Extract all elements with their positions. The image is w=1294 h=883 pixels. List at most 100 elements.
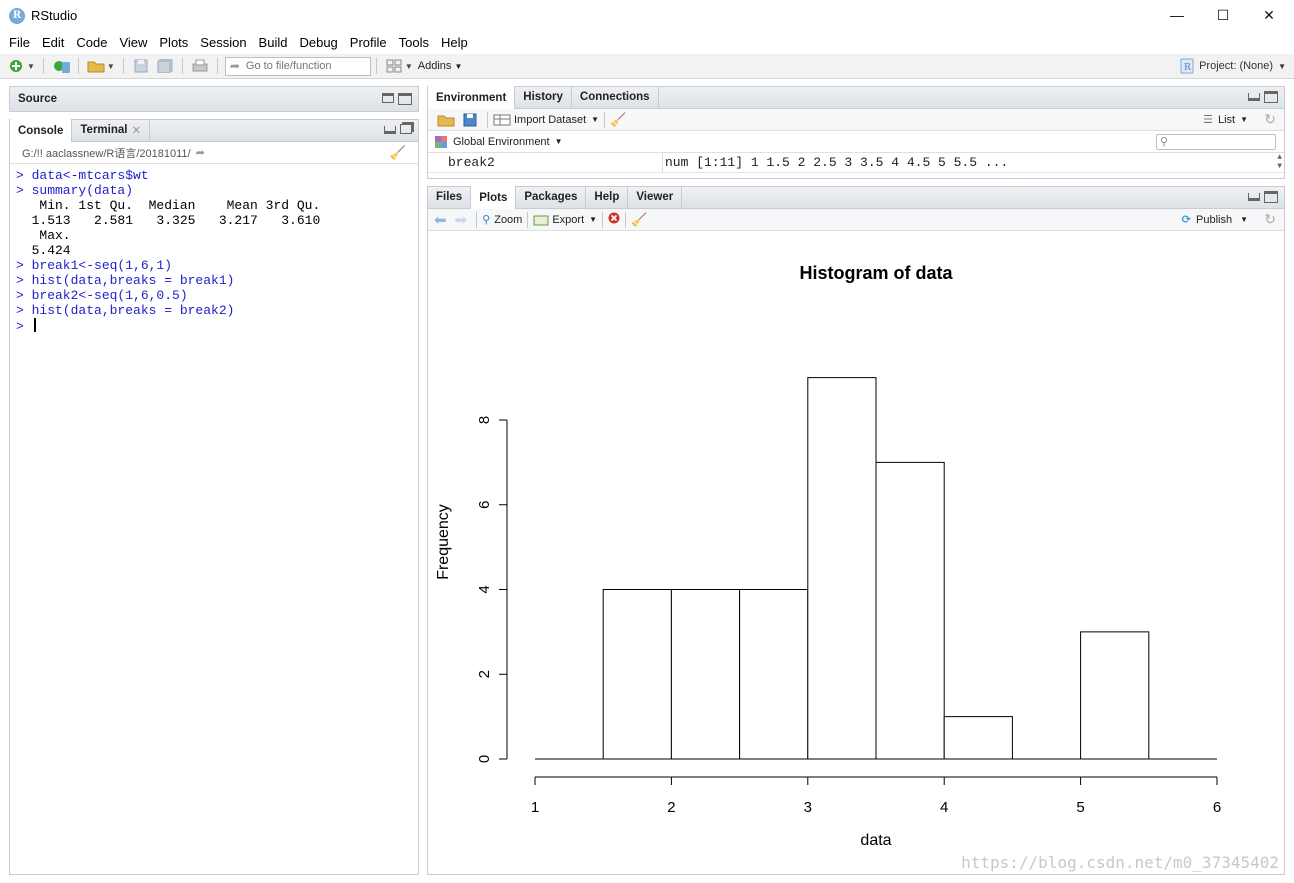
close-icon[interactable]: ✕ bbox=[131, 123, 141, 137]
remove-plot-icon[interactable] bbox=[608, 212, 620, 227]
toolbar-divider bbox=[487, 111, 488, 128]
save-workspace-icon[interactable] bbox=[461, 112, 479, 128]
tab-packages[interactable]: Packages bbox=[516, 186, 587, 208]
list-view-menu[interactable]: ☰ List ▼ bbox=[1203, 113, 1248, 127]
new-project-icon[interactable] bbox=[52, 58, 70, 74]
export-menu[interactable]: Export ▼ bbox=[533, 214, 597, 226]
broom-icon[interactable]: 🧹 bbox=[631, 212, 647, 228]
environment-variable-row[interactable]: break2 num [1:11] 1 1.5 2 2.5 3 3.5 4 4.… bbox=[428, 152, 1284, 173]
new-file-icon[interactable] bbox=[7, 58, 25, 74]
histogram-bar bbox=[807, 377, 877, 760]
histogram-bar bbox=[670, 589, 741, 760]
zoom-label: Zoom bbox=[494, 213, 523, 226]
toolbar-divider bbox=[625, 211, 627, 228]
global-environment-menu[interactable]: Global Environment ▼ bbox=[434, 135, 563, 149]
console-output-line: Min. 1st Qu. Median Mean 3rd Qu. bbox=[16, 198, 418, 213]
histogram-bar bbox=[875, 461, 945, 760]
minimize-pane-icon[interactable] bbox=[384, 126, 396, 134]
tab-console-label: Console bbox=[18, 124, 64, 137]
minimize-pane-icon[interactable] bbox=[1248, 93, 1260, 101]
tab-files-label: Files bbox=[436, 191, 463, 203]
console-output-line: Max. bbox=[16, 228, 418, 243]
tab-console[interactable]: Console bbox=[10, 119, 73, 142]
chevron-down-icon[interactable]: ▼ bbox=[27, 62, 35, 71]
maximize-button[interactable]: ☐ bbox=[1200, 0, 1246, 31]
broom-icon[interactable]: 🧹 bbox=[610, 112, 626, 128]
tab-history[interactable]: History bbox=[515, 86, 572, 108]
grid-layout-icon[interactable] bbox=[385, 58, 403, 74]
toolbar-divider bbox=[604, 111, 606, 128]
environment-tabs: Environment History Connections bbox=[428, 86, 1284, 109]
menu-profile[interactable]: Profile bbox=[345, 35, 394, 50]
menu-debug[interactable]: Debug bbox=[294, 35, 344, 50]
console-command-line: > summary(data) bbox=[16, 183, 418, 198]
tab-environment[interactable]: Environment bbox=[428, 86, 516, 109]
close-button[interactable]: ✕ bbox=[1246, 0, 1292, 31]
console-pane: Console Terminal ✕ G:/!! aaclassnew/R语言/2… bbox=[9, 119, 419, 875]
tab-viewer[interactable]: Viewer bbox=[628, 186, 683, 208]
source-pane: Source bbox=[9, 86, 419, 112]
minimize-pane-icon[interactable] bbox=[1248, 193, 1260, 201]
refresh-icon[interactable]: ↻ bbox=[1264, 211, 1276, 228]
save-all-icon[interactable] bbox=[156, 58, 174, 74]
console-command-line: > bbox=[16, 318, 418, 334]
x-tick-label: 2 bbox=[667, 799, 675, 816]
console-output[interactable]: > data<-mtcars$wt > summary(data) Min. 1s… bbox=[10, 164, 418, 334]
menu-code[interactable]: Code bbox=[71, 35, 114, 50]
maximize-pane-icon[interactable] bbox=[1264, 191, 1278, 203]
environment-search-input[interactable]: ⚲ bbox=[1156, 134, 1276, 150]
tab-terminal[interactable]: Terminal ✕ bbox=[72, 119, 151, 141]
go-to-file-input[interactable] bbox=[245, 60, 356, 72]
project-icon: R bbox=[1180, 58, 1194, 74]
zoom-button[interactable]: ⚲ Zoom bbox=[482, 213, 523, 227]
menu-bar: File Edit Code View Plots Session Build Debug Pr… bbox=[0, 31, 1294, 54]
minimize-button[interactable]: — bbox=[1154, 0, 1200, 31]
maximize-pane-icon[interactable] bbox=[1264, 91, 1278, 103]
arrow-right-icon[interactable]: ➡ bbox=[455, 211, 468, 229]
save-icon[interactable] bbox=[132, 58, 150, 74]
tab-history-label: History bbox=[523, 91, 563, 103]
tab-connections[interactable]: Connections bbox=[572, 86, 659, 108]
tab-help[interactable]: Help bbox=[586, 186, 629, 208]
histogram-bar bbox=[1080, 631, 1150, 760]
chevron-down-icon[interactable]: ▼ bbox=[405, 62, 413, 71]
menu-view[interactable]: View bbox=[114, 35, 154, 50]
histogram-bar bbox=[943, 716, 1013, 760]
tab-files[interactable]: Files bbox=[428, 186, 472, 208]
environment-toolbar: Import Dataset ▼ 🧹 ☰ List ▼ ↻ bbox=[428, 109, 1284, 131]
refresh-icon[interactable]: ↻ bbox=[1264, 111, 1276, 128]
scrollbar[interactable]: ▲ ▼ bbox=[1277, 153, 1282, 171]
tab-connections-label: Connections bbox=[579, 91, 650, 103]
rstudio-logo-icon: R bbox=[9, 7, 25, 24]
menu-session[interactable]: Session bbox=[195, 35, 253, 50]
menu-help[interactable]: Help bbox=[436, 35, 475, 50]
histogram-chart: Histogram of data 1 2 3 4 5 6 0 2 4 6 8 data Frequenc… bbox=[435, 263, 1221, 849]
project-menu[interactable]: R Project: (None) ▼ bbox=[1180, 58, 1286, 74]
menu-build[interactable]: Build bbox=[254, 35, 295, 50]
maximize-pane-icon[interactable] bbox=[398, 93, 412, 105]
window-title: RStudio bbox=[31, 8, 78, 23]
environment-scope-bar: Global Environment ▼ ⚲ bbox=[428, 131, 1284, 153]
restore-pane-icon[interactable] bbox=[382, 93, 394, 103]
histogram-bar bbox=[602, 589, 672, 760]
menu-file[interactable]: File bbox=[4, 35, 37, 50]
svg-text:R: R bbox=[1184, 63, 1191, 73]
menu-tools[interactable]: Tools bbox=[394, 35, 436, 50]
publish-menu[interactable]: ⟳ Publish ▼ bbox=[1182, 213, 1248, 227]
addins-menu[interactable]: Addins ▼ bbox=[418, 60, 463, 72]
open-folder-icon[interactable] bbox=[87, 58, 105, 74]
import-dataset-button[interactable]: Import Dataset ▼ bbox=[493, 114, 599, 126]
arrow-left-icon[interactable]: ⬅ bbox=[434, 211, 447, 229]
maximize-pane-icon[interactable] bbox=[400, 124, 412, 134]
print-icon[interactable] bbox=[191, 58, 209, 74]
main-toolbar: ▼ ▼ ➦ ▼ Addins ▼ R Project: (None) ▼ bbox=[0, 54, 1294, 79]
toolbar-divider bbox=[602, 211, 604, 228]
menu-edit[interactable]: Edit bbox=[37, 35, 71, 50]
go-to-directory-icon[interactable]: ➦ bbox=[196, 146, 205, 159]
go-to-file-box[interactable]: ➦ bbox=[224, 56, 371, 76]
load-workspace-icon[interactable] bbox=[437, 112, 455, 128]
tab-plots[interactable]: Plots bbox=[471, 186, 517, 209]
clear-console-icon[interactable]: 🧹 bbox=[390, 145, 406, 161]
menu-plots[interactable]: Plots bbox=[154, 35, 195, 50]
chevron-down-icon[interactable]: ▼ bbox=[107, 62, 115, 71]
